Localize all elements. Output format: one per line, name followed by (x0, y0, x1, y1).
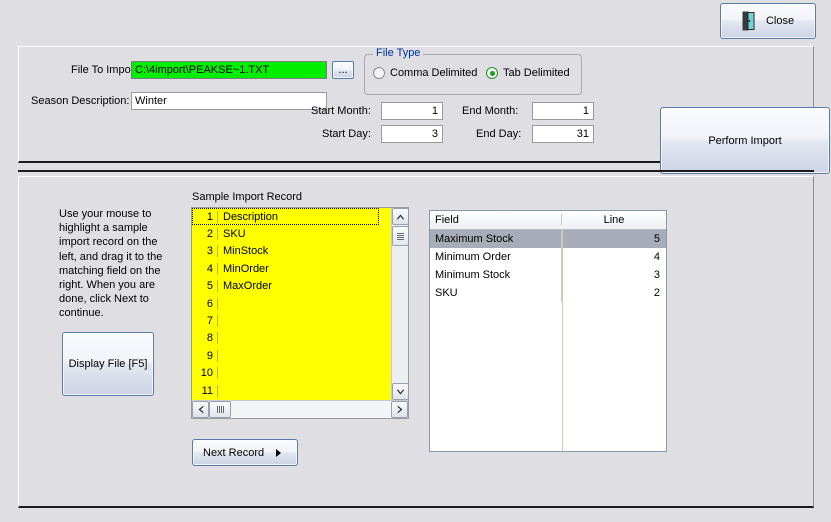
start-month-label: Start Month: (311, 105, 371, 117)
sample-record-row[interactable]: 4 MinOrder (192, 260, 379, 277)
end-day-input[interactable]: 31 (532, 125, 594, 143)
sample-record-line-number: 10 (192, 367, 218, 380)
sample-record-line-number: 1 (192, 210, 218, 223)
grid-cell-line: 4 (653, 251, 660, 263)
next-record-label: Next Record (203, 446, 265, 459)
file-type-legend: File Type (373, 47, 424, 59)
grid-column-separator (562, 229, 563, 451)
sample-record-line-number: 4 (192, 262, 218, 275)
sample-record-row[interactable]: 5 MaxOrder (192, 278, 379, 295)
sample-record-value: MaxOrder (223, 280, 272, 293)
sample-record-line-number: 8 (192, 332, 218, 345)
perform-import-button[interactable]: Perform Import (660, 107, 830, 174)
grid-cell-field: Maximum Stock (430, 230, 562, 248)
sample-record-row[interactable]: 8 (192, 330, 379, 347)
next-record-button[interactable]: Next Record (192, 439, 298, 466)
door-exit-icon (742, 11, 756, 31)
scroll-down-button[interactable] (392, 383, 408, 400)
close-button-label: Close (765, 15, 795, 27)
grid-header-row: Field Line (430, 211, 666, 230)
sample-record-row[interactable]: 6 (192, 295, 379, 312)
sample-record-value: Description (223, 210, 279, 223)
sample-record-value: MinStock (223, 245, 269, 258)
scroll-thumb-horizontal[interactable] (209, 401, 231, 418)
season-description-label: Season Description: (31, 95, 130, 107)
grid-cell-line: 5 (653, 233, 660, 245)
start-day-input[interactable]: 3 (381, 125, 443, 143)
sample-record-row[interactable]: 11 (192, 382, 379, 399)
sample-record-line-number: 3 (192, 245, 218, 258)
scroll-thumb-vertical[interactable] (392, 226, 408, 246)
grid-body[interactable]: Maximum Stock 5 Minimum Order 4 Minimum Stoc… (430, 230, 666, 302)
listbox-vertical-scrollbar[interactable] (391, 208, 408, 400)
field-mapping-grid[interactable]: Field Line Maximum Stock 5 Minimum Order 4 M… (429, 210, 667, 452)
scroll-left-button[interactable] (192, 401, 209, 418)
grid-cell-field: SKU (430, 284, 562, 302)
radio-checked-icon (486, 67, 498, 79)
grid-row[interactable]: Maximum Stock 5 (430, 230, 666, 248)
sample-record-line-number: 6 (192, 297, 218, 310)
grid-cell-field: Minimum Order (430, 248, 562, 266)
radio-tab-delimited[interactable]: Tab Delimited (486, 67, 570, 79)
sample-record-row[interactable]: 1 Description (192, 208, 379, 226)
end-month-label: End Month: (462, 105, 519, 117)
grid-row[interactable]: Minimum Stock 3 (430, 266, 666, 284)
grid-cell-field: Minimum Stock (430, 266, 562, 284)
radio-comma-delimited-label: Comma Delimited (390, 67, 478, 79)
grid-row[interactable]: SKU 2 (430, 284, 666, 302)
grid-cell-line: 3 (653, 269, 660, 281)
grid-cell-line: 2 (653, 287, 660, 299)
mapping-instructions: Use your mouse to highlight a sample imp… (59, 208, 163, 320)
close-button[interactable]: Close (720, 3, 816, 39)
radio-unchecked-icon (373, 67, 385, 79)
sample-record-row[interactable]: 3 MinStock (192, 243, 379, 260)
scroll-track-horizontal[interactable] (231, 401, 391, 418)
display-file-button[interactable]: Display File [F5] (62, 332, 154, 396)
scroll-right-button[interactable] (391, 401, 408, 418)
radio-comma-delimited[interactable]: Comma Delimited (373, 67, 477, 79)
sample-record-row[interactable]: 9 (192, 347, 379, 364)
import-wizard-window: Close File To Import: C:\4import\PEAKSE~… (0, 0, 831, 522)
panel-divider (18, 170, 814, 172)
sample-record-row[interactable]: 7 (192, 312, 379, 329)
sample-record-line-number: 9 (192, 349, 218, 362)
end-month-input[interactable]: 1 (532, 102, 594, 120)
grid-column-header-line[interactable]: Line (562, 214, 666, 226)
end-day-label: End Day: (476, 128, 522, 140)
browse-file-button[interactable]: ... (332, 61, 354, 79)
field-mapping-panel: Use your mouse to highlight a sample imp… (18, 176, 814, 508)
sample-import-record-listbox[interactable]: 1 Description 2 SKU 3 MinStock 4 MinOrder 5 MaxOr… (191, 207, 409, 419)
file-to-import-input[interactable]: C:\4import\PEAKSE~1.TXT (131, 61, 327, 79)
sample-record-value: SKU (223, 228, 246, 241)
sample-record-line-number: 7 (192, 315, 218, 328)
sample-record-row[interactable]: 2 SKU (192, 225, 379, 242)
radio-tab-delimited-label: Tab Delimited (503, 67, 570, 79)
sample-record-rows[interactable]: 1 Description 2 SKU 3 MinStock 4 MinOrder 5 MaxOr… (192, 208, 379, 400)
season-description-input[interactable]: Winter (131, 92, 327, 110)
sample-record-value: MinOrder (223, 262, 269, 275)
grid-row[interactable]: Minimum Order 4 (430, 248, 666, 266)
sample-record-line-number: 11 (192, 384, 218, 397)
sample-record-line-number: 5 (192, 280, 218, 293)
sample-record-line-number: 2 (192, 228, 218, 241)
start-day-label: Start Day: (322, 128, 371, 140)
start-month-input[interactable]: 1 (381, 102, 443, 120)
arrow-right-icon (276, 448, 281, 457)
sample-record-row[interactable]: 10 (192, 365, 379, 382)
scroll-up-button[interactable] (392, 208, 408, 225)
import-settings-panel: File To Import: C:\4import\PEAKSE~1.TXT … (18, 46, 830, 174)
sample-import-record-title: Sample Import Record (192, 191, 303, 203)
grid-column-header-field[interactable]: Field (430, 214, 562, 226)
listbox-horizontal-scrollbar[interactable] (192, 400, 408, 418)
